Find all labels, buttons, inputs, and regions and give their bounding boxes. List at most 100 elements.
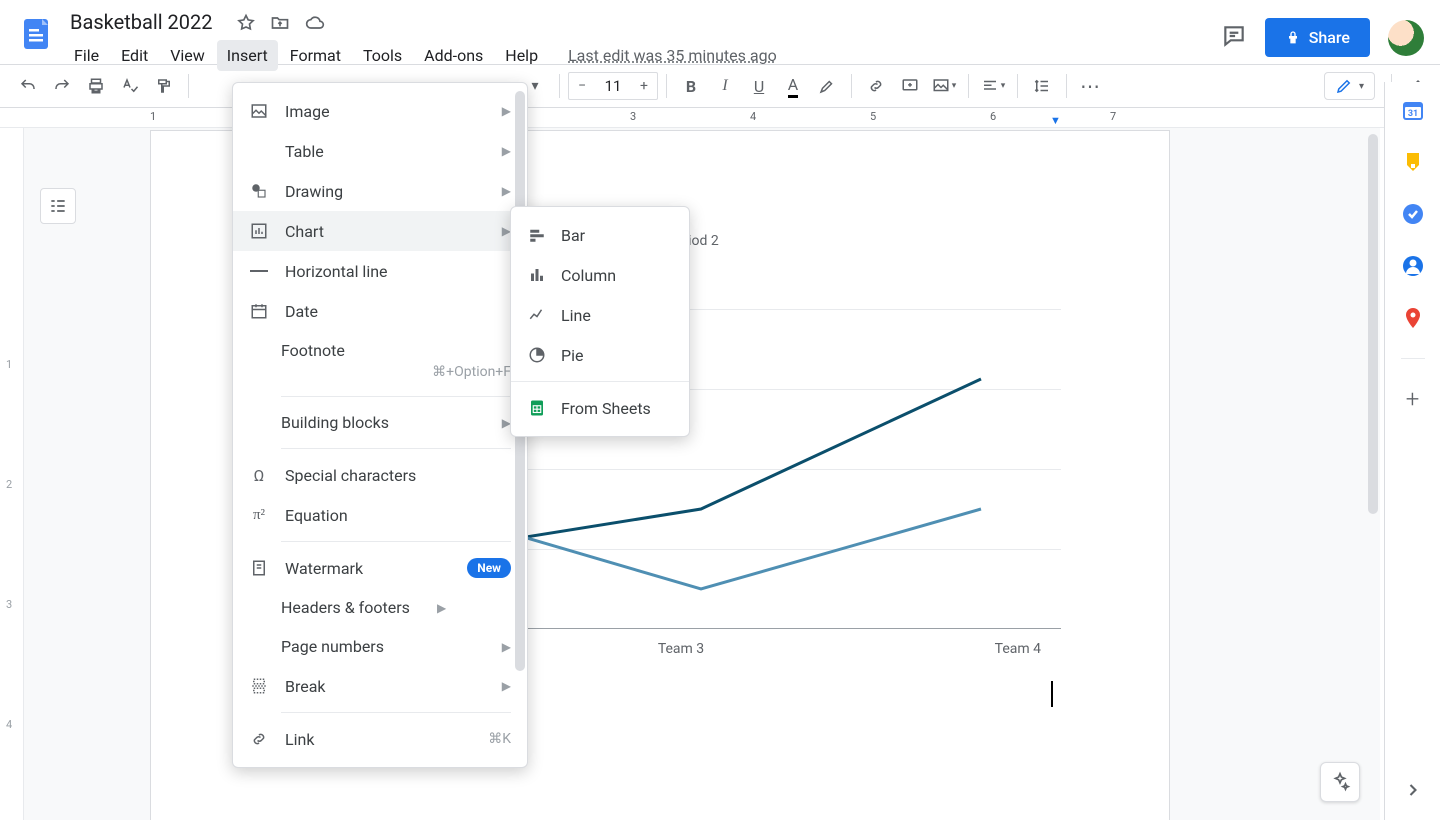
undo-button[interactable] — [12, 70, 44, 102]
menu-label: Date — [285, 302, 511, 321]
insert-table-item[interactable]: Table ▶ — [233, 131, 527, 171]
bar-chart-icon — [527, 225, 547, 245]
indent-marker-icon[interactable]: ▼ — [1050, 114, 1061, 127]
separator — [559, 74, 560, 98]
account-avatar[interactable] — [1388, 20, 1424, 56]
insert-comment-button[interactable] — [894, 70, 926, 102]
menu-format[interactable]: Format — [280, 40, 351, 71]
share-button[interactable]: Share — [1265, 18, 1370, 57]
menu-file[interactable]: File — [64, 40, 109, 71]
menu-label: Footnote — [281, 341, 511, 360]
editing-mode-button[interactable]: ▾ — [1324, 72, 1375, 100]
star-icon[interactable] — [236, 13, 256, 37]
menu-label: Page numbers — [281, 637, 486, 656]
separator — [281, 712, 511, 713]
font-size-decrease[interactable]: − — [569, 73, 595, 99]
insert-horizontal-line-item[interactable]: Horizontal line — [233, 251, 527, 291]
ruler-tick: 7 — [1110, 110, 1116, 123]
text-color-button[interactable]: A — [777, 70, 809, 102]
italic-button[interactable]: I — [709, 70, 741, 102]
maps-addon-icon[interactable] — [1401, 306, 1425, 330]
paint-format-button[interactable] — [148, 70, 180, 102]
vruler-tick: 1 — [6, 358, 12, 371]
more-toolbar-button[interactable]: ⋯ — [1075, 70, 1107, 102]
menu-label: Link — [285, 730, 472, 749]
pie-chart-icon — [527, 345, 547, 365]
vertical-ruler[interactable]: 1 2 3 4 — [0, 128, 24, 820]
menu-label: Equation — [285, 506, 511, 525]
cloud-status-icon[interactable] — [304, 13, 326, 37]
side-panel: 31 + — [1384, 82, 1440, 820]
highlight-color-button[interactable] — [811, 70, 843, 102]
insert-footnote-item[interactable]: Footnote ⌘+Option+F — [233, 331, 527, 390]
insert-image-button[interactable]: ▾ — [928, 70, 960, 102]
insert-image-item[interactable]: Image ▶ — [233, 91, 527, 131]
chevron-right-icon: ▶ — [437, 601, 446, 615]
calendar-icon — [249, 301, 269, 321]
redo-button[interactable] — [46, 70, 78, 102]
insert-watermark-item[interactable]: Watermark New — [233, 548, 527, 588]
print-button[interactable] — [80, 70, 112, 102]
chart-column-item[interactable]: Column — [511, 255, 689, 295]
ruler-tick: 6 — [990, 110, 996, 123]
insert-headers-footers-item[interactable]: Headers & footers ▶ — [233, 588, 527, 627]
explore-button[interactable] — [1320, 762, 1360, 802]
insert-break-item[interactable]: Break ▶ — [233, 666, 527, 706]
insert-chart-item[interactable]: Chart ▶ — [233, 211, 527, 251]
insert-date-item[interactable]: Date — [233, 291, 527, 331]
blank-icon — [249, 141, 269, 161]
menu-help[interactable]: Help — [495, 40, 548, 71]
insert-link-item[interactable]: Link ⌘K — [233, 719, 527, 759]
scrollbar[interactable] — [1368, 134, 1378, 514]
insert-special-characters-item[interactable]: Ω Special characters — [233, 455, 527, 495]
calendar-addon-icon[interactable]: 31 — [1401, 98, 1425, 122]
document-title[interactable]: Basketball 2022 — [64, 8, 219, 36]
move-icon[interactable] — [270, 13, 290, 37]
chevron-right-icon: ▶ — [502, 104, 511, 118]
keep-addon-icon[interactable] — [1401, 150, 1425, 174]
document-outline-button[interactable] — [40, 188, 76, 224]
side-panel-expand-icon[interactable] — [1403, 780, 1423, 804]
contacts-addon-icon[interactable] — [1401, 254, 1425, 278]
chart-line-item[interactable]: Line — [511, 295, 689, 335]
chart-from-sheets-item[interactable]: From Sheets — [511, 388, 689, 428]
line-spacing-button[interactable] — [1026, 70, 1058, 102]
separator — [511, 381, 689, 382]
tasks-addon-icon[interactable] — [1401, 202, 1425, 226]
watermark-icon — [249, 558, 269, 578]
ruler-tick: 5 — [870, 110, 876, 123]
get-addons-icon[interactable]: + — [1401, 387, 1425, 411]
ruler[interactable]: 1 3 4 5 6 7 ▼ — [0, 108, 1440, 128]
vruler-tick: 3 — [6, 598, 12, 611]
menu-view[interactable]: View — [160, 40, 215, 71]
insert-page-numbers-item[interactable]: Page numbers ▶ — [233, 627, 527, 666]
last-edit-link[interactable]: Last edit was 35 minutes ago — [550, 46, 777, 65]
chart-bar-item[interactable]: Bar — [511, 215, 689, 255]
menu-label: Break — [285, 677, 486, 696]
image-icon — [249, 101, 269, 121]
underline-button[interactable]: U — [743, 70, 775, 102]
menu-edit[interactable]: Edit — [111, 40, 158, 71]
insert-link-button[interactable] — [860, 70, 892, 102]
menu-tools[interactable]: Tools — [353, 40, 412, 71]
menu-label: Bar — [561, 226, 585, 245]
bold-button[interactable]: B — [675, 70, 707, 102]
menu-insert[interactable]: Insert — [217, 40, 278, 71]
align-button[interactable]: ▾ — [977, 70, 1009, 102]
font-size-value[interactable]: 11 — [595, 77, 631, 95]
comments-icon[interactable] — [1221, 23, 1247, 53]
separator — [281, 396, 511, 397]
menu-label: From Sheets — [561, 399, 651, 418]
insert-drawing-item[interactable]: Drawing ▶ — [233, 171, 527, 211]
vruler-tick: 4 — [6, 718, 12, 731]
insert-building-blocks-item[interactable]: Building blocks ▶ — [233, 403, 527, 442]
spellcheck-button[interactable] — [114, 70, 146, 102]
menu-label: Pie — [561, 346, 583, 365]
menu-addons[interactable]: Add-ons — [414, 40, 493, 71]
docs-logo[interactable] — [16, 14, 56, 54]
chevron-right-icon: ▶ — [502, 640, 511, 654]
insert-equation-item[interactable]: π² Equation — [233, 495, 527, 535]
font-size-increase[interactable]: + — [631, 73, 657, 99]
font-size-control: − 11 + — [568, 72, 658, 100]
chart-pie-item[interactable]: Pie — [511, 335, 689, 375]
